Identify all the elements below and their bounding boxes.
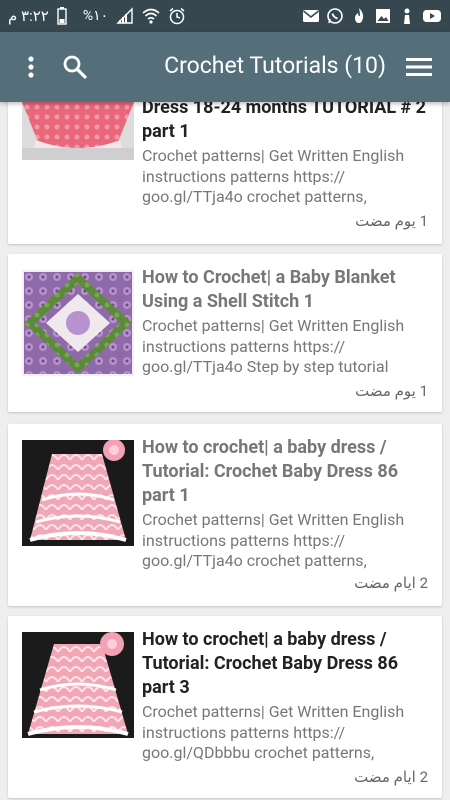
youtube-icon [422, 7, 441, 25]
battery-percent: %١٠ [82, 8, 109, 24]
item-date: 1 يوم مضت [355, 382, 428, 400]
app-title: Crochet Tutorials (10) [164, 52, 386, 79]
battery-icon [57, 7, 75, 25]
video-thumbnail[interactable] [22, 102, 134, 160]
video-thumbnail[interactable] [22, 632, 134, 738]
more-vert-icon [28, 56, 34, 78]
item-title: Dress 18-24 months TUTORIAL # 2 part 1 [142, 102, 427, 142]
item-date: 2 ايام مضت [354, 768, 428, 786]
item-date: 2 ايام مضت [354, 574, 428, 592]
list-item[interactable]: How to crochet| a baby dress / Tutorial:… [8, 424, 442, 606]
item-title: How to crochet| a baby dress / Tutorial:… [142, 437, 399, 506]
video-thumbnail[interactable] [22, 440, 134, 546]
list-item[interactable]: Dress 18-24 months TUTORIAL # 2 part 1 C… [8, 102, 442, 244]
list-item[interactable]: How to crochet| a baby dress / Tutorial:… [8, 616, 442, 798]
signal-icon [116, 7, 134, 25]
flame-icon [350, 7, 368, 25]
hamburger-icon [406, 58, 432, 76]
video-thumbnail[interactable] [22, 270, 134, 376]
mail-icon [302, 7, 320, 25]
item-title: How to Crochet| a Baby Blanket Using a S… [142, 267, 396, 312]
status-bar-right-group: ٣:٢٢ م %١٠ [8, 6, 186, 26]
tutorial-list[interactable]: Dress 18-24 months TUTORIAL # 2 part 1 C… [0, 102, 450, 800]
overflow-menu-button[interactable] [14, 50, 48, 84]
search-icon [63, 55, 87, 79]
list-item[interactable]: How to Crochet| a Baby Blanket Using a S… [8, 254, 442, 412]
status-bar: ٣:٢٢ م %١٠ [0, 0, 450, 32]
item-description: Crochet patterns| Get Written English in… [142, 510, 405, 570]
status-bar-left-group [302, 6, 441, 26]
hamburger-menu-button[interactable] [402, 50, 436, 84]
search-button[interactable] [58, 50, 92, 84]
whatsapp-icon [326, 7, 344, 25]
item-description: Crochet patterns| Get Written English in… [142, 316, 405, 376]
item-description: Crochet patterns| Get Written English in… [142, 146, 405, 206]
image-icon [374, 7, 392, 25]
alarm-icon [168, 7, 186, 25]
item-title: How to crochet| a baby dress / Tutorial:… [142, 629, 399, 698]
item-date: 1 يوم مضت [355, 212, 428, 230]
wifi-icon [142, 7, 160, 25]
clock-time: ٣:٢٢ م [8, 7, 49, 25]
item-description: Crochet patterns| Get Written English in… [142, 702, 405, 762]
figure-icon [398, 7, 416, 25]
app-bar: Crochet Tutorials (10) [0, 32, 450, 102]
